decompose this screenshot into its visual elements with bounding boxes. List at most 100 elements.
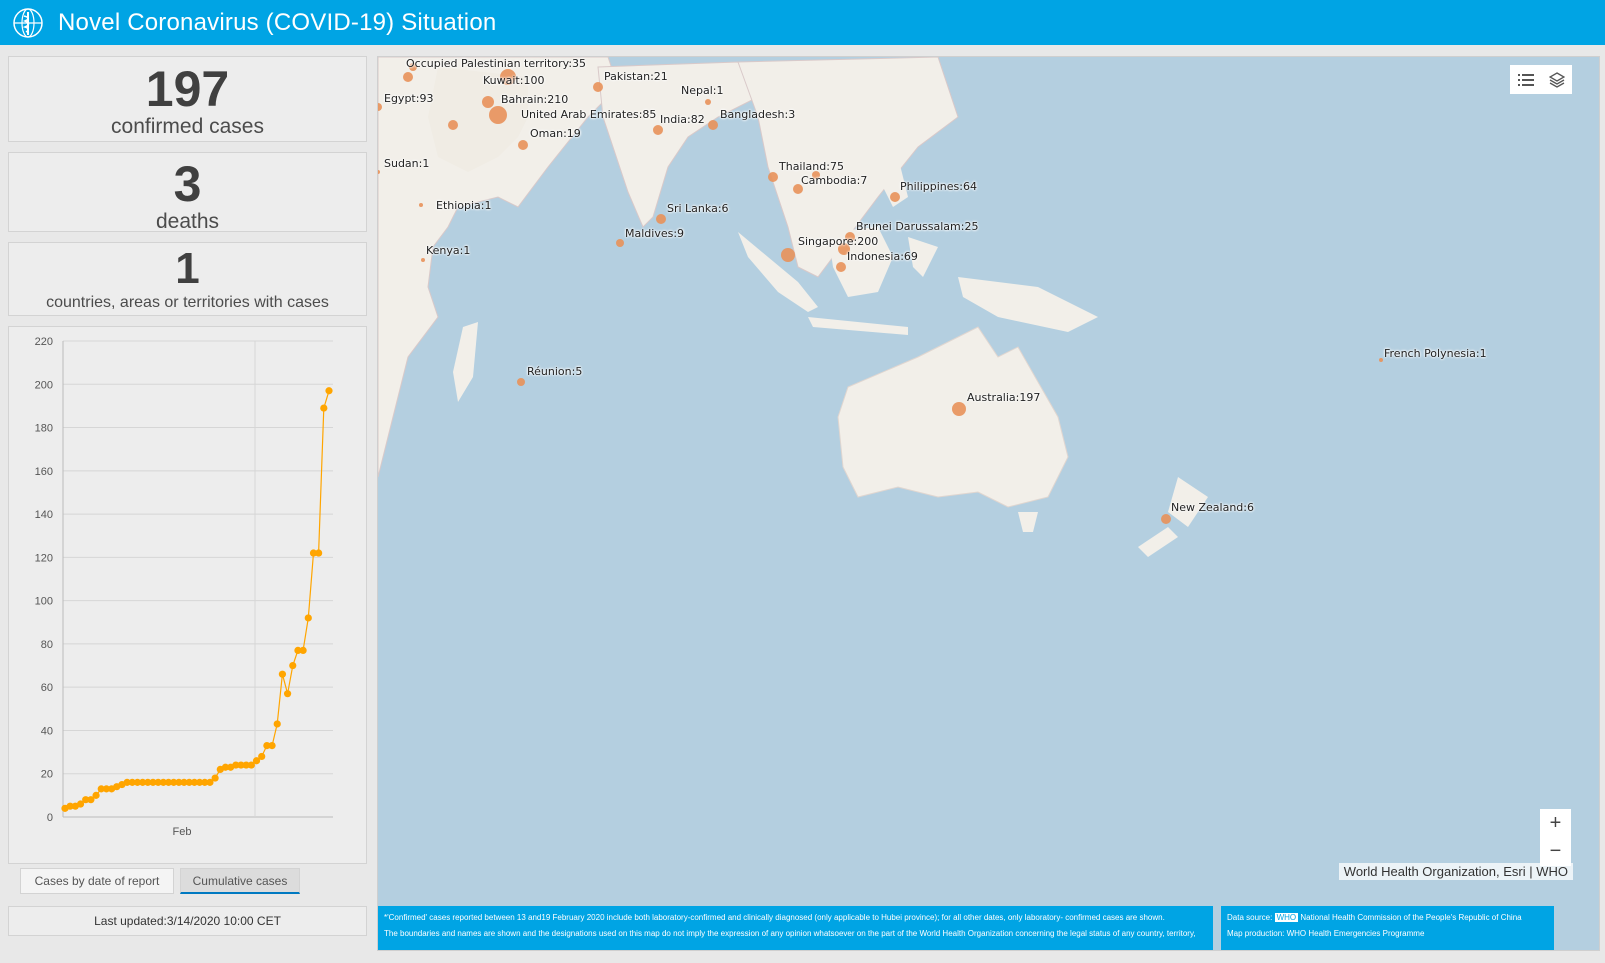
case-marker[interactable]	[517, 378, 525, 386]
case-marker[interactable]	[419, 203, 423, 207]
map-footer-source: Data source: WHO National Health Commiss…	[1221, 906, 1554, 950]
data-point	[211, 774, 219, 782]
footer-note-line1: *'Confirmed' cases reported between 13 a…	[384, 913, 1165, 922]
case-marker[interactable]	[705, 99, 711, 105]
footer-source-prefix: Data source:	[1227, 913, 1273, 922]
countries-label: countries, areas or territories with cas…	[46, 294, 329, 311]
countries-count: 1	[175, 244, 200, 293]
zoom-out-button[interactable]: −	[1540, 837, 1571, 866]
map-label: Singapore:200	[798, 235, 879, 248]
landmass-madagascar	[453, 322, 478, 402]
layers-icon	[1548, 71, 1565, 88]
map-attribution: World Health Organization, Esri | WHO	[1338, 863, 1573, 880]
case-marker[interactable]	[448, 120, 458, 130]
data-point	[92, 791, 100, 799]
map-footer-note: *'Confirmed' cases reported between 13 a…	[378, 906, 1213, 950]
data-point	[325, 387, 333, 395]
y-tick-label: 220	[35, 336, 53, 348]
case-marker[interactable]	[952, 402, 966, 416]
tab-cumulative-cases[interactable]: Cumulative cases	[180, 868, 300, 894]
data-point	[268, 742, 276, 750]
case-marker[interactable]	[489, 106, 507, 124]
case-marker[interactable]	[421, 258, 425, 262]
case-marker[interactable]	[593, 82, 603, 92]
layers-button[interactable]	[1541, 65, 1572, 94]
confirmed-cases-count: 197	[145, 61, 230, 117]
countries-panel: 1 countries, areas or territories with c…	[8, 242, 367, 316]
map-label: Pakistan:21	[604, 70, 668, 83]
map-label: Sudan:1	[384, 157, 430, 170]
map-label: Réunion:5	[527, 365, 583, 378]
landmass-australia	[837, 326, 1069, 508]
map-label: Oman:19	[530, 127, 581, 140]
map-label: Bahrain:210	[501, 93, 569, 106]
chart-panel: 0 20 40 60 80 100 120 140 160 180 200 220 Feb	[8, 326, 367, 864]
map-label: Cambodia:7	[801, 174, 868, 187]
y-tick-label: 80	[41, 639, 53, 651]
case-marker[interactable]	[1161, 514, 1171, 524]
case-marker[interactable]	[1379, 358, 1383, 362]
landmass-java	[808, 317, 908, 335]
map-label: Brunei Darussalam:25	[856, 220, 979, 233]
landmass-new-guinea	[958, 277, 1098, 332]
data-point	[283, 690, 292, 698]
y-tick-label: 40	[41, 725, 53, 737]
map-label: Philippines:64	[900, 180, 977, 193]
data-point	[273, 720, 281, 728]
app-header: Novel Coronavirus (COVID-19) Situation	[0, 0, 1605, 45]
map-label: Egypt:93	[384, 92, 434, 105]
map-label: Indonesia:69	[847, 250, 918, 263]
map-label: Thailand:75	[779, 160, 844, 173]
y-tick-label: 200	[35, 379, 53, 391]
footer-map-production: Map production: WHO Health Emergencies P…	[1227, 929, 1425, 938]
legend-button[interactable]	[1510, 65, 1541, 94]
deaths-panel: 3 deaths	[8, 152, 367, 233]
confirmed-cases-panel: 197 confirmed cases	[8, 56, 367, 142]
case-marker[interactable]	[890, 192, 900, 202]
case-marker[interactable]	[708, 120, 718, 130]
y-tick-label: 140	[35, 509, 53, 521]
zoom-in-button[interactable]: +	[1540, 809, 1571, 838]
map-label: New Zealand:6	[1171, 501, 1254, 514]
footer-source-line: Data source: WHO National Health Commiss…	[1227, 910, 1548, 926]
map-label: United Arab Emirates:85	[521, 108, 657, 121]
map-view[interactable]: Occupied Palestinian territory:35 Kuwait…	[377, 56, 1600, 951]
series-line	[64, 390, 330, 809]
map-label: India:82	[660, 113, 705, 126]
case-marker[interactable]	[656, 214, 666, 224]
map-label: Bangladesh:3	[720, 108, 796, 121]
case-marker[interactable]	[616, 239, 624, 247]
y-tick-label: 20	[41, 769, 53, 781]
data-point	[278, 670, 287, 678]
landmass-tasmania	[1018, 512, 1038, 532]
y-tick-label: 0	[47, 812, 53, 824]
case-marker[interactable]	[653, 125, 663, 135]
y-tick-label: 100	[35, 596, 53, 608]
footer-note-line2: The boundaries and names are shown and t…	[384, 929, 1196, 938]
landmass-new-zealand-south	[1138, 527, 1178, 557]
tab-cases-by-date[interactable]: Cases by date of report	[20, 868, 174, 894]
data-point	[320, 404, 328, 412]
case-marker[interactable]	[482, 96, 494, 108]
deaths-label: deaths	[155, 210, 220, 233]
y-tick-label: 180	[35, 423, 53, 435]
case-marker[interactable]	[518, 140, 528, 150]
map-basemap	[378, 57, 1383, 557]
x-tick-label: Feb	[173, 826, 192, 838]
data-point	[299, 646, 307, 654]
case-marker[interactable]	[403, 72, 413, 82]
map-label: Kenya:1	[426, 244, 471, 257]
deaths-count: 3	[173, 156, 202, 212]
who-emblem-icon	[13, 7, 43, 38]
case-marker[interactable]	[768, 172, 778, 182]
data-point	[258, 752, 266, 761]
data-point	[289, 661, 297, 670]
map-label: Sri Lanka:6	[667, 202, 729, 215]
cumulative-cases-chart: 0 20 40 60 80 100 120 140 160 180 200 220 Feb	[35, 336, 333, 838]
data-point	[315, 549, 323, 557]
case-marker[interactable]	[836, 262, 846, 272]
case-marker[interactable]	[781, 248, 795, 262]
data-point	[304, 614, 312, 622]
confirmed-cases-label: confirmed cases	[111, 115, 264, 138]
app-title: Novel Coronavirus (COVID-19) Situation	[58, 8, 497, 36]
